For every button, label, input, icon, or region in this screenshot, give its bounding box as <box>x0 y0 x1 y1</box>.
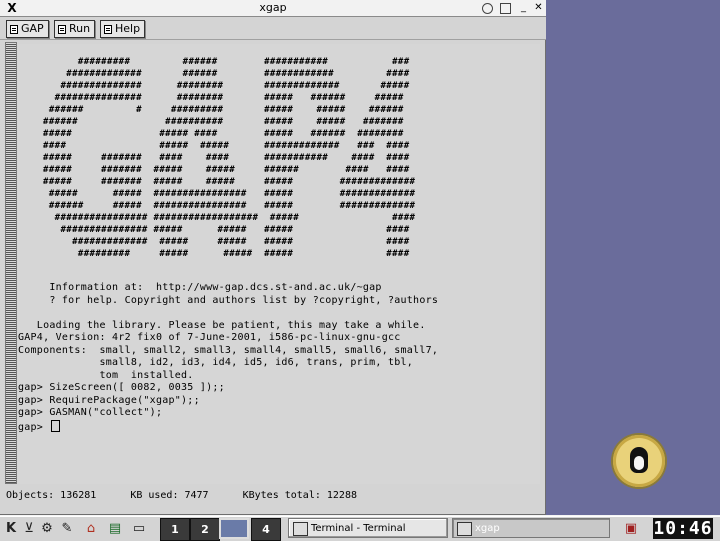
status-bar: Objects: 136281 KB used: 7477 KBytes tot… <box>6 488 540 504</box>
terminal-task-icon <box>293 522 308 536</box>
task-terminal[interactable]: Terminal - Terminal <box>288 518 448 538</box>
desktop-4[interactable]: 4 <box>251 518 281 541</box>
shade-button-icon[interactable] <box>482 3 493 14</box>
menu-icon <box>58 24 66 34</box>
terminal-output: Information at: http://www-gap.dcs.st-an… <box>18 282 439 433</box>
menu-run-label: Run <box>69 22 91 35</box>
task-xgap[interactable]: xgap <box>452 518 610 538</box>
desktop-3[interactable]: 3 <box>219 518 249 539</box>
window-title: xgap <box>259 1 287 14</box>
gap-ascii-logo: ######### ###### ########### ### #######… <box>43 57 416 259</box>
xgap-task-icon <box>457 522 472 536</box>
konqueror-icon[interactable]: ✎ <box>58 520 76 537</box>
menu-gap-button[interactable]: GAP <box>6 20 49 38</box>
kde-menu-icon[interactable]: K <box>2 520 20 537</box>
status-kb-used: KB used: 7477 <box>130 490 209 501</box>
status-kbytes-total: KBytes total: 12288 <box>242 490 357 501</box>
close-button[interactable]: ✕ <box>533 2 544 13</box>
menu-help-label: Help <box>115 22 141 35</box>
terminal-scrollbar[interactable] <box>5 42 17 484</box>
gap-terminal[interactable]: ######### ###### ########### ### #######… <box>18 44 540 484</box>
task-xgap-label: xgap <box>475 523 500 534</box>
klipper-icon[interactable]: ▣ <box>622 520 640 537</box>
window-list-icon[interactable]: ⊻ <box>20 520 38 537</box>
taskbar-clock[interactable]: 10:46 <box>653 518 713 539</box>
status-objects: Objects: 136281 <box>6 490 97 501</box>
menu-icon <box>104 24 112 34</box>
maximize-button-icon[interactable] <box>500 3 511 14</box>
title-bar[interactable]: X xgap _ ✕ <box>0 0 546 17</box>
penguin-icon <box>630 447 648 473</box>
xgap-window: X xgap _ ✕ GAP Run Help ######### ######… <box>0 0 546 515</box>
taskbar: K ⊻ ⚙ ✎ ⌂ ▤ ▭ 1 2 3 4 Terminal - Termina… <box>0 515 720 541</box>
menu-bar: GAP Run Help <box>0 17 546 40</box>
task-terminal-label: Terminal - Terminal <box>311 523 406 534</box>
menu-run-button[interactable]: Run <box>54 20 96 38</box>
menu-help-button[interactable]: Help <box>100 20 146 38</box>
menu-gap-label: GAP <box>21 22 44 35</box>
penguin-dock-icon[interactable] <box>613 435 665 487</box>
settings-gear-icon[interactable]: ⚙ <box>38 520 56 537</box>
terminal-icon[interactable]: ▭ <box>130 520 148 537</box>
text-cursor <box>51 419 61 432</box>
home-icon[interactable]: ⌂ <box>82 520 100 537</box>
menu-icon <box>10 24 18 34</box>
editor-icon[interactable]: ▤ <box>106 520 124 537</box>
desktop-1[interactable]: 1 <box>160 518 190 541</box>
minimize-button[interactable]: _ <box>518 2 529 13</box>
desktop-2[interactable]: 2 <box>190 518 220 541</box>
